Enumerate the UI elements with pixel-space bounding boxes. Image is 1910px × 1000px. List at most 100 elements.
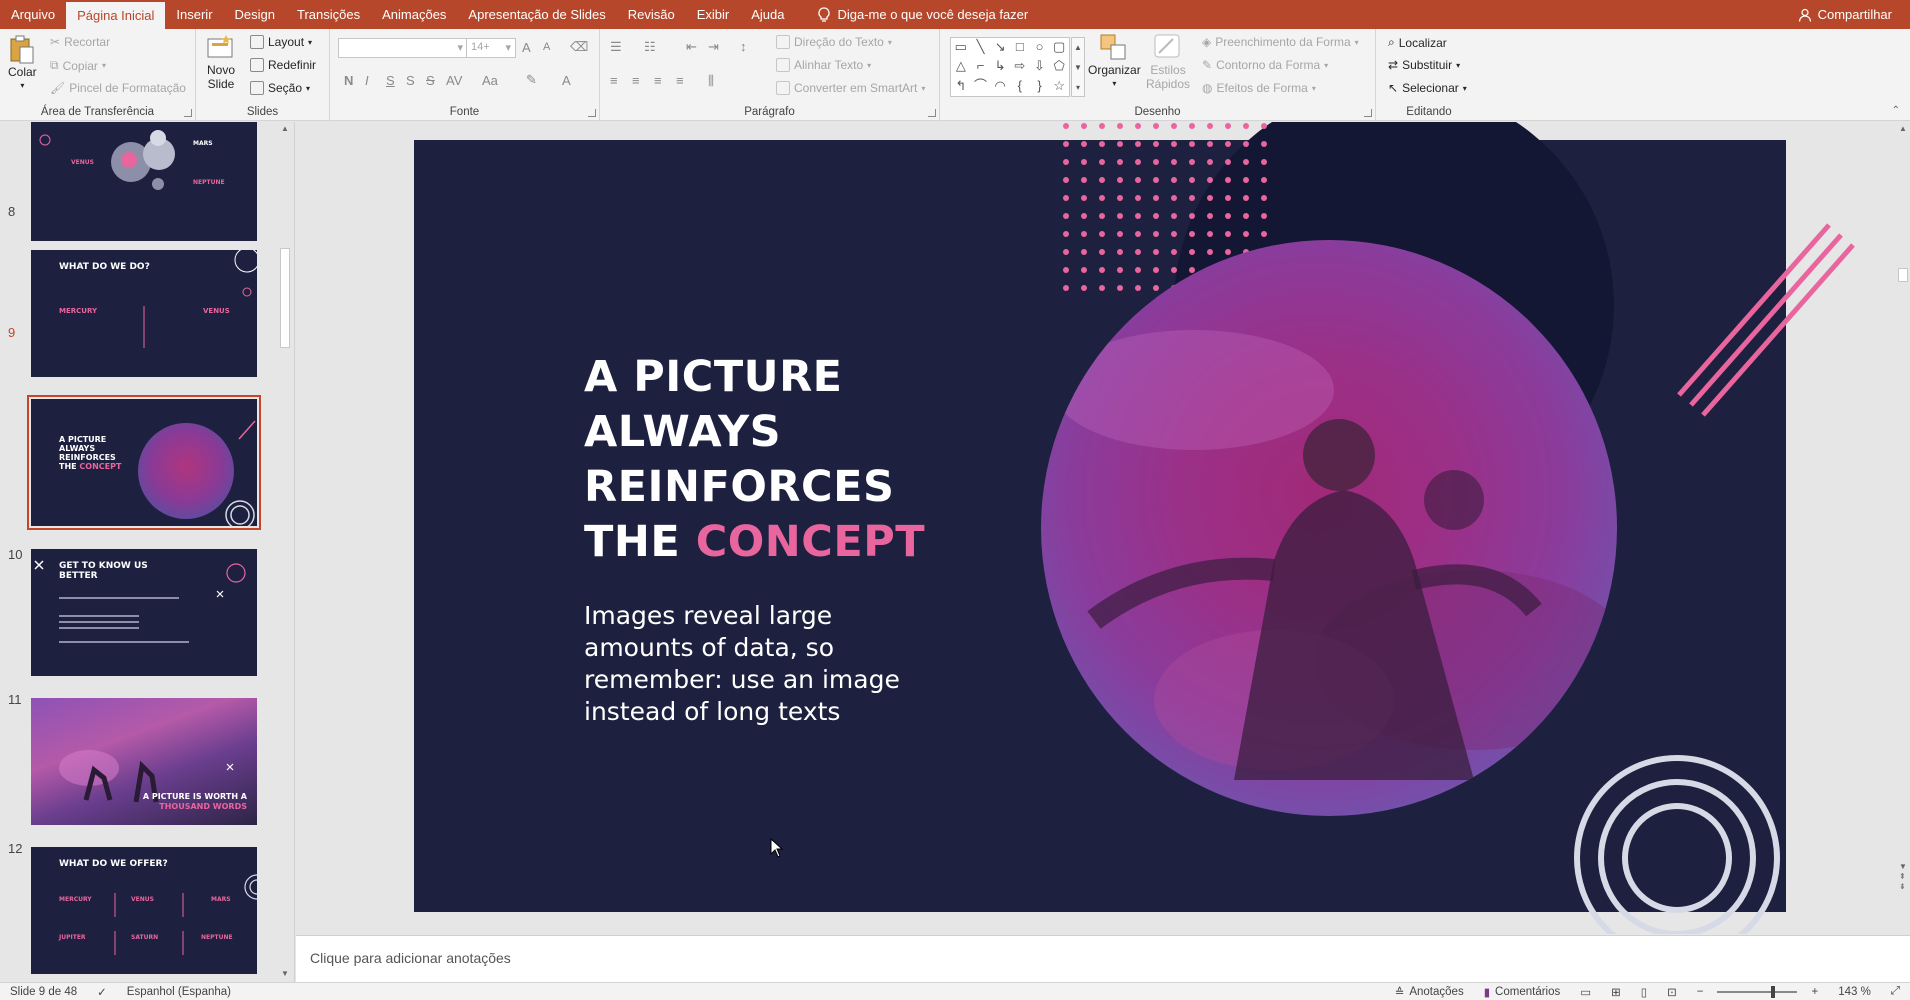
line-spacing-icon[interactable]: ↕: [740, 39, 747, 54]
slide-body-text[interactable]: Images reveal large amounts of data, so …: [584, 600, 924, 728]
arc-shape-icon[interactable]: ◠: [990, 77, 1010, 96]
find-button[interactable]: ⌕ Localizar: [1388, 35, 1447, 50]
char-spacing-button[interactable]: AV: [446, 73, 462, 88]
font-color-button[interactable]: A: [562, 73, 571, 88]
shapes-gallery[interactable]: ▭ ╲ ↘ □ ○ ▢ △ ⌐ ↳ ⇨ ⇩ ⬠ ↰ ⌒ ◠{} ☆: [950, 37, 1070, 97]
slide-thumbnail-9[interactable]: A PICTURE ALWAYS REINFORCES THE CONCEPT: [27, 395, 261, 530]
editor-scrollbar[interactable]: ▲ ▼ ⇞ ⇟: [1896, 122, 1910, 934]
align-center-icon[interactable]: ≡: [632, 73, 640, 88]
zoom-out-icon[interactable]: −: [1687, 986, 1714, 998]
zoom-slider[interactable]: [1717, 985, 1798, 998]
fit-to-window-icon[interactable]: ⤢: [1881, 985, 1910, 998]
numbering-icon[interactable]: ☷: [644, 39, 656, 55]
tab-inserir[interactable]: Inserir: [165, 0, 223, 29]
font-size-combo[interactable]: 14+ ▾: [466, 38, 516, 58]
align-left-icon[interactable]: ≡: [610, 73, 618, 88]
scroll-down-icon[interactable]: ▼ ⇞ ⇟: [1899, 862, 1907, 892]
slide-thumbnail-11[interactable]: A PICTURE IS WORTH A THOUSAND WORDS: [31, 698, 257, 825]
paragraph-launcher[interactable]: [928, 109, 936, 117]
columns-icon[interactable]: ⫼: [708, 73, 714, 89]
tell-me-search[interactable]: Diga-me o que você deseja fazer: [795, 0, 1028, 29]
text-direction-button[interactable]: Direção do Texto ▾: [776, 35, 892, 49]
right-arrow-shape-icon[interactable]: ⇨: [1010, 57, 1030, 76]
highlight-icon[interactable]: ✎: [526, 72, 537, 88]
tab-animacoes[interactable]: Animações: [371, 0, 457, 29]
brace-right-shape-icon[interactable]: }: [1030, 77, 1050, 96]
scroll-up-icon[interactable]: ▲: [281, 124, 289, 133]
arrow-shape-icon[interactable]: ↘: [990, 38, 1010, 57]
down-arrow-shape-icon[interactable]: ⇩: [1030, 57, 1050, 76]
rounded-rect-shape-icon[interactable]: ▢: [1049, 38, 1069, 57]
smartart-button[interactable]: Converter em SmartArt ▾: [776, 81, 925, 95]
share-button[interactable]: Compartilhar: [1798, 0, 1910, 29]
tab-exibir[interactable]: Exibir: [686, 0, 741, 29]
clipboard-launcher[interactable]: [184, 109, 192, 117]
textbox-shape-icon[interactable]: ▭: [951, 38, 971, 57]
brace-left-shape-icon[interactable]: {: [1010, 77, 1030, 96]
italic-button[interactable]: I: [365, 73, 369, 88]
notes-toggle[interactable]: ≙ Anotações: [1385, 985, 1474, 999]
collapse-ribbon-icon[interactable]: ⌃: [1892, 105, 1900, 116]
freeform-shape-icon[interactable]: ⌒: [971, 77, 991, 96]
replace-button[interactable]: ⇄ Substituir ▾: [1388, 58, 1460, 72]
decrease-indent-icon[interactable]: ⇤: [686, 39, 697, 55]
change-case-button[interactable]: Aa: [482, 73, 498, 88]
paste-button[interactable]: Colar ▾: [8, 35, 37, 93]
tab-design[interactable]: Design: [224, 0, 286, 29]
strikethrough-button[interactable]: S: [426, 73, 435, 88]
new-slide-button[interactable]: Novo Slide: [206, 33, 236, 91]
slide-thumbnail-7[interactable]: VENUS MARS NEPTUNE: [31, 122, 257, 241]
language-indicator[interactable]: Espanhol (Espanha): [117, 986, 241, 998]
increase-indent-icon[interactable]: ⇥: [708, 39, 719, 55]
align-text-button[interactable]: Alinhar Texto ▾: [776, 58, 871, 72]
reset-button[interactable]: Redefinir: [250, 58, 316, 72]
scroll-up-icon[interactable]: ▲: [1899, 124, 1907, 133]
tab-apresentacao[interactable]: Apresentação de Slides: [457, 0, 616, 29]
slideshow-icon[interactable]: ⊡: [1657, 985, 1687, 999]
slide-thumbnail-10[interactable]: GET TO KNOW US BETTER: [31, 549, 257, 676]
shrink-font-button[interactable]: A: [543, 41, 550, 53]
editor-scroll-thumb[interactable]: [1898, 268, 1908, 282]
thumbnail-scrollbar[interactable]: ▲ ▼: [278, 122, 292, 980]
main-slide-canvas[interactable]: A PICTURE ALWAYS REINFORCES THE CONCEPT …: [414, 122, 1855, 934]
tab-transicoes[interactable]: Transições: [286, 0, 371, 29]
curve-shape-icon[interactable]: ↰: [951, 77, 971, 96]
cut-button[interactable]: ✂ Recortar: [50, 35, 110, 49]
justify-icon[interactable]: ≡: [676, 73, 684, 88]
layout-button[interactable]: Layout ▾: [250, 35, 312, 49]
slide-sorter-icon[interactable]: ⊞: [1601, 985, 1631, 999]
flowchart-shape-icon[interactable]: ⬠: [1049, 57, 1069, 76]
font-name-combo[interactable]: ▾: [338, 38, 468, 58]
shapes-gallery-scroll[interactable]: ▲ ▼ ▾: [1071, 37, 1085, 97]
section-button[interactable]: Seção ▾: [250, 81, 310, 95]
notes-pane[interactable]: Clique para adicionar anotações: [296, 935, 1910, 982]
scroll-down-icon[interactable]: ▼: [281, 969, 289, 978]
tab-revisao[interactable]: Revisão: [617, 0, 686, 29]
reading-view-icon[interactable]: ▯: [1631, 985, 1657, 999]
slide-thumbnail-12[interactable]: WHAT DO WE OFFER? MERCURY VENUS MARS JUP…: [31, 847, 257, 974]
tab-arquivo[interactable]: Arquivo: [0, 0, 66, 29]
shape-fill-button[interactable]: ◈ Preenchimento da Forma ▾: [1202, 35, 1359, 49]
triangle-shape-icon[interactable]: △: [951, 57, 971, 76]
arrange-button[interactable]: Organizar ▾: [1088, 33, 1141, 91]
rectangle-shape-icon[interactable]: □: [1010, 38, 1030, 57]
grow-font-button[interactable]: A: [522, 40, 531, 55]
star-shape-icon[interactable]: ☆: [1049, 77, 1069, 96]
clear-format-icon[interactable]: ⌫: [570, 39, 588, 55]
elbow-shape-icon[interactable]: ↳: [990, 57, 1010, 76]
zoom-level[interactable]: 143 %: [1828, 986, 1881, 998]
format-painter-button[interactable]: 🖌 Pincel de Formatação: [50, 81, 186, 95]
slide-thumbnail-8[interactable]: WHAT DO WE DO? MERCURY VENUS: [31, 250, 257, 377]
line-shape-icon[interactable]: ╲: [971, 38, 991, 57]
drawing-launcher[interactable]: [1364, 109, 1372, 117]
thumbnail-scroll-thumb[interactable]: [280, 248, 290, 348]
spell-check-icon[interactable]: ✓: [87, 985, 117, 999]
underline-button[interactable]: S: [386, 73, 395, 88]
connector-shape-icon[interactable]: ⌐: [971, 57, 991, 76]
shadow-button[interactable]: S: [406, 73, 415, 88]
select-button[interactable]: ↖ Selecionar ▾: [1388, 81, 1467, 95]
copy-button[interactable]: ⧉ Copiar ▾: [50, 58, 106, 73]
bullets-icon[interactable]: ☰: [610, 39, 622, 55]
normal-view-icon[interactable]: ▭: [1570, 985, 1601, 999]
shape-effects-button[interactable]: ◍ Efeitos de Forma ▾: [1202, 81, 1316, 95]
